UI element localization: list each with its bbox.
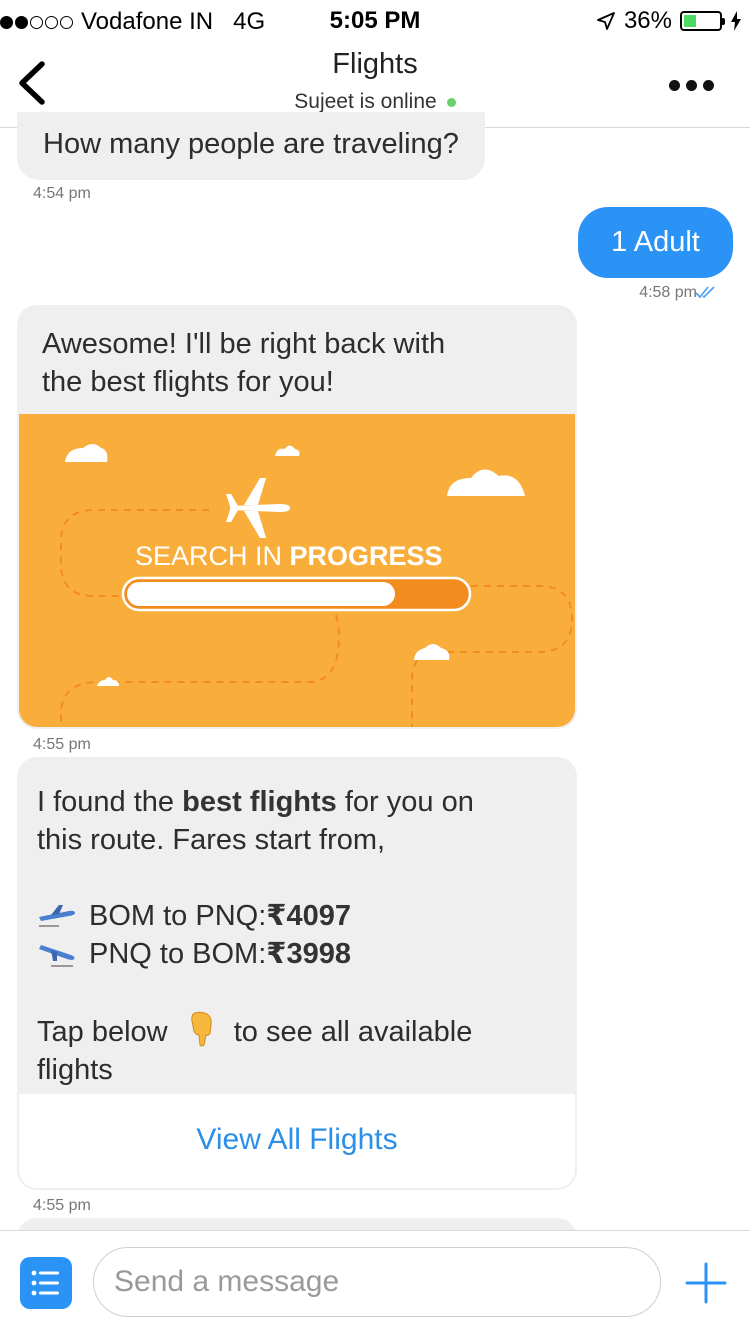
list-icon xyxy=(31,1270,59,1296)
fare-row-pnq-bom: PNQ to BOM: ₹3998 xyxy=(37,935,557,973)
message-timestamp: 4:55 pm xyxy=(33,736,91,753)
online-indicator-icon xyxy=(446,97,456,107)
message-line: Tap below to see all available xyxy=(37,1011,557,1051)
text-segment: I found the xyxy=(37,786,183,818)
status-bar: Vodafone IN 4G 5:05 PM 36% xyxy=(0,0,750,40)
fare-row-bom-pnq: BOM to PNQ: ₹4097 xyxy=(37,897,557,935)
progress-fill xyxy=(127,582,395,606)
battery-percent: 36% xyxy=(623,7,672,34)
message-input[interactable] xyxy=(93,1247,661,1317)
message-line: the best flights for you! xyxy=(42,366,334,398)
message-composer xyxy=(0,1230,750,1334)
message-text: 1 Adult xyxy=(611,226,700,258)
search-progress-banner: SEARCH IN PROGRESS xyxy=(19,414,575,727)
incoming-message-bubble: How many people are traveling? xyxy=(17,112,485,180)
search-progress-illustration: SEARCH IN PROGRESS xyxy=(60,444,574,727)
message-text: I found the best flights for you on this… xyxy=(17,757,577,1089)
text-bold: best flights xyxy=(182,786,337,818)
fare-price: ₹4097 xyxy=(266,900,351,932)
text-segment: Tap below xyxy=(37,1016,168,1048)
message-text: Awesome! I'll be right back with the bes… xyxy=(17,305,577,401)
online-status-text: Sujeet is online xyxy=(294,90,437,113)
menu-list-button[interactable] xyxy=(20,1257,72,1309)
message-timestamp: 4:54 pm xyxy=(33,185,91,202)
text-segment: to see all available xyxy=(233,1016,473,1048)
route-label: PNQ to BOM: xyxy=(89,938,267,970)
view-all-flights-button[interactable]: View All Flights xyxy=(19,1094,575,1188)
battery-icon xyxy=(680,11,725,31)
read-receipt-double-check-icon xyxy=(695,286,715,299)
text-segment: for you on xyxy=(336,786,474,818)
message-timestamp: 4:58 pm xyxy=(639,284,697,301)
route-label: BOM to PNQ: xyxy=(89,900,267,932)
airplane-icon xyxy=(226,478,290,538)
charging-bolt-icon xyxy=(731,11,741,31)
location-arrow-icon xyxy=(597,12,615,30)
airplane-arrival-icon xyxy=(39,945,75,967)
add-attachment-plus-icon[interactable] xyxy=(684,1261,728,1305)
message-line: I found the best flights for you on xyxy=(37,783,557,821)
message-line: this route. Fares start from, xyxy=(37,824,386,856)
airplane-departure-icon xyxy=(39,905,75,927)
chat-title: Flights xyxy=(332,48,418,80)
online-status: Sujeet is online xyxy=(0,90,750,114)
banner-title: SEARCH IN PROGRESS xyxy=(135,541,443,571)
incoming-message-card: Awesome! I'll be right back with the bes… xyxy=(17,305,577,729)
outgoing-message-bubble: 1 Adult xyxy=(578,207,733,278)
message-text: How many people are traveling? xyxy=(43,128,459,160)
message-timestamp: 4:55 pm xyxy=(33,1197,91,1214)
message-line: Awesome! I'll be right back with xyxy=(42,328,446,360)
pointing-down-hand-icon xyxy=(190,1011,212,1047)
flight-fares-card: I found the best flights for you on this… xyxy=(17,757,577,1190)
more-options-icon[interactable] xyxy=(669,80,714,91)
fare-price: ₹3998 xyxy=(266,938,351,970)
message-line: flights xyxy=(37,1054,113,1086)
